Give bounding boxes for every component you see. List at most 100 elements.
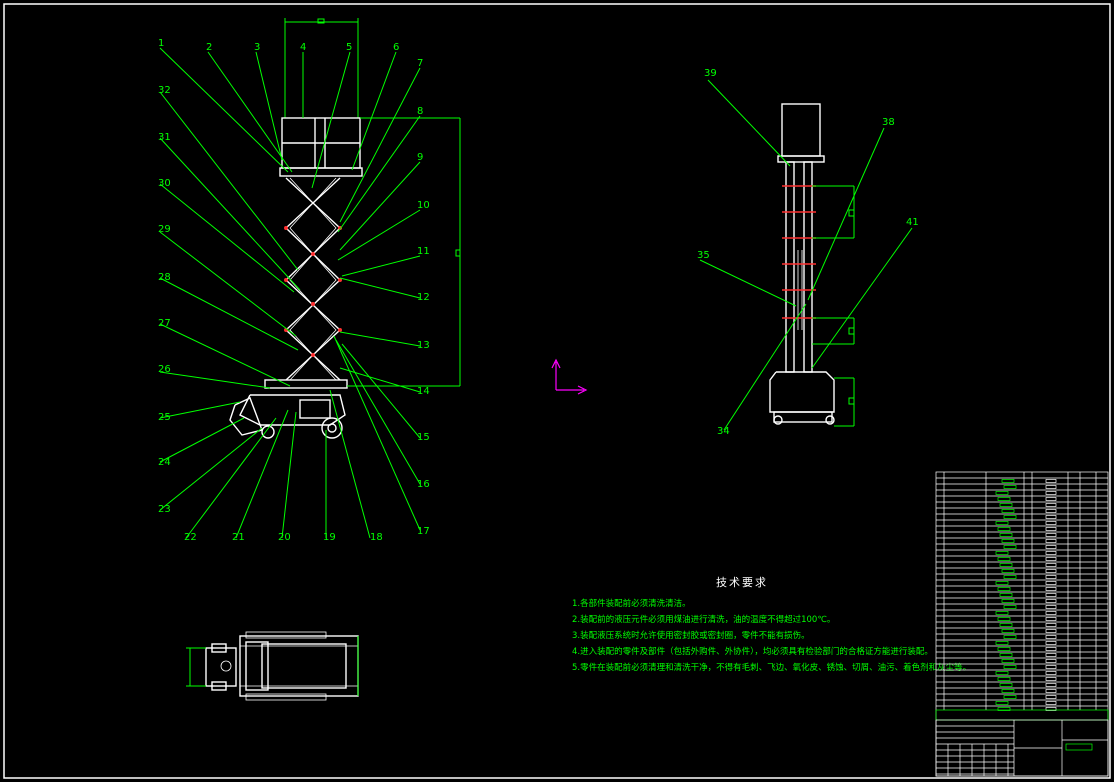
- parts-row-mark: [997, 527, 1011, 531]
- parts-row-mark: [999, 653, 1013, 657]
- parts-row-mark: [1045, 653, 1057, 657]
- parts-row-mark: [1045, 569, 1057, 573]
- callout-5: 5: [346, 42, 352, 53]
- platform-basket: [279, 117, 363, 177]
- callout-7: 7: [417, 58, 423, 69]
- parts-row-mark: [1045, 575, 1057, 579]
- callout-14: 14: [417, 386, 430, 397]
- parts-row-mark: [997, 497, 1011, 501]
- parts-row-mark: [995, 641, 1009, 645]
- tech-req-line-2: 2.装配前的液压元件必须用煤油进行清洗，油的温度不得超过100℃。: [572, 614, 835, 625]
- callout-34: 34: [717, 426, 730, 437]
- parts-row-mark: [1045, 491, 1057, 495]
- parts-row-mark: [1045, 503, 1057, 507]
- parts-row-mark: [995, 521, 1009, 525]
- callout-20: 20: [278, 532, 291, 543]
- parts-row-mark: [1045, 701, 1057, 705]
- height-dimension: [347, 117, 461, 387]
- parts-row-mark: [999, 503, 1013, 507]
- parts-row-mark: [997, 617, 1011, 621]
- callout-1: 1: [158, 38, 164, 49]
- callout-11: 11: [417, 246, 430, 257]
- callout-30: 30: [158, 178, 171, 189]
- end-callout-leaders: [699, 79, 913, 431]
- parts-row-mark: [1045, 617, 1057, 621]
- parts-row-mark: [1045, 539, 1057, 543]
- tech-req-line-5: 5.零件在装配前必须清理和清洗干净，不得有毛刺、飞边、氧化皮、锈蚀、切屑、油污、…: [572, 662, 971, 673]
- callout-38: 38: [882, 117, 895, 128]
- scissor-arms: [284, 177, 342, 381]
- parts-row-mark: [997, 587, 1011, 591]
- parts-list: [935, 471, 1109, 777]
- parts-row-mark: [1001, 509, 1015, 513]
- cad-drawing-sheet: 1 2 3 4 5 6 7 8 9 10 11 12 13 14 15 16 1…: [3, 3, 1111, 779]
- parts-row-mark: [1003, 695, 1017, 699]
- parts-row-mark: [1045, 527, 1057, 531]
- parts-row-mark: [1045, 689, 1057, 693]
- parts-row-mark: [1045, 515, 1057, 519]
- parts-row-mark: [995, 581, 1009, 585]
- side-callout-leaders: [159, 47, 421, 539]
- parts-row-mark: [1045, 521, 1057, 525]
- parts-row-mark: [999, 563, 1013, 567]
- parts-row-mark: [1003, 605, 1017, 609]
- callout-18: 18: [370, 532, 383, 543]
- parts-row-mark: [1045, 581, 1057, 585]
- parts-row-mark: [995, 611, 1009, 615]
- callout-26: 26: [158, 364, 171, 375]
- parts-row-mark: [1045, 677, 1057, 681]
- title-block-grid: [936, 725, 1014, 776]
- parts-row-mark: [999, 683, 1013, 687]
- parts-row-mark: [999, 593, 1013, 597]
- tech-req-line-3: 3.装配液压系统时允许使用密封胶或密封圈，零件不能有损伤。: [572, 630, 810, 641]
- end-view: 39 38 35 41 34: [697, 68, 919, 437]
- parts-row-mark: [1045, 599, 1057, 603]
- tech-req-line-1: 1.各部件装配前必须清洗清洁。: [572, 598, 691, 609]
- parts-row-mark: [1045, 683, 1057, 687]
- callout-24: 24: [158, 457, 171, 468]
- parts-row-mark: [1045, 497, 1057, 501]
- callout-19: 19: [323, 532, 336, 543]
- callout-4: 4: [300, 42, 306, 53]
- parts-row-mark: [1045, 479, 1057, 483]
- callout-12: 12: [417, 292, 430, 303]
- callout-41: 41: [906, 217, 919, 228]
- parts-row-mark: [1001, 689, 1015, 693]
- parts-row-mark: [1045, 647, 1057, 651]
- callout-22: 22: [184, 532, 197, 543]
- callout-3: 3: [254, 42, 260, 53]
- callout-10: 10: [417, 200, 430, 211]
- callout-13: 13: [417, 340, 430, 351]
- callout-28: 28: [158, 272, 171, 283]
- parts-row-mark: [1045, 629, 1057, 633]
- parts-row-mark: [1045, 587, 1057, 591]
- parts-row-mark: [1003, 665, 1017, 669]
- parts-row-mark: [1045, 641, 1057, 645]
- callout-6: 6: [393, 42, 399, 53]
- parts-row-mark: [1001, 539, 1015, 543]
- callout-25: 25: [158, 412, 171, 423]
- parts-row-mark: [1001, 569, 1015, 573]
- plan-view: [186, 631, 359, 701]
- parts-row-mark: [995, 551, 1009, 555]
- parts-row-mark: [995, 491, 1009, 495]
- technical-requirements: 技术要求 1.各部件装配前必须清洗清洁。 2.装配前的液压元件必须用煤油进行清洗…: [572, 576, 971, 673]
- parts-row-mark: [1045, 671, 1057, 675]
- parts-row-mark: [1045, 593, 1057, 597]
- parts-row-mark: [1045, 623, 1057, 627]
- parts-row-mark: [1001, 659, 1015, 663]
- parts-row-mark: [995, 671, 1009, 675]
- parts-row-mark: [1045, 557, 1057, 561]
- parts-row-mark: [997, 677, 1011, 681]
- parts-row-mark: [999, 623, 1013, 627]
- callout-8: 8: [417, 106, 423, 117]
- parts-row-mark: [1001, 479, 1015, 483]
- side-view: 1 2 3 4 5 6 7 8 9 10 11 12 13 14 15 16 1…: [158, 18, 461, 543]
- parts-row-mark: [1045, 509, 1057, 513]
- parts-row-mark: [1045, 635, 1057, 639]
- bolt-marks: [782, 185, 816, 319]
- parts-row-mark: [1045, 533, 1057, 537]
- parts-row-mark: [995, 701, 1009, 705]
- tech-req-title: 技术要求: [716, 576, 768, 589]
- ucs-axis-icon: [551, 358, 588, 395]
